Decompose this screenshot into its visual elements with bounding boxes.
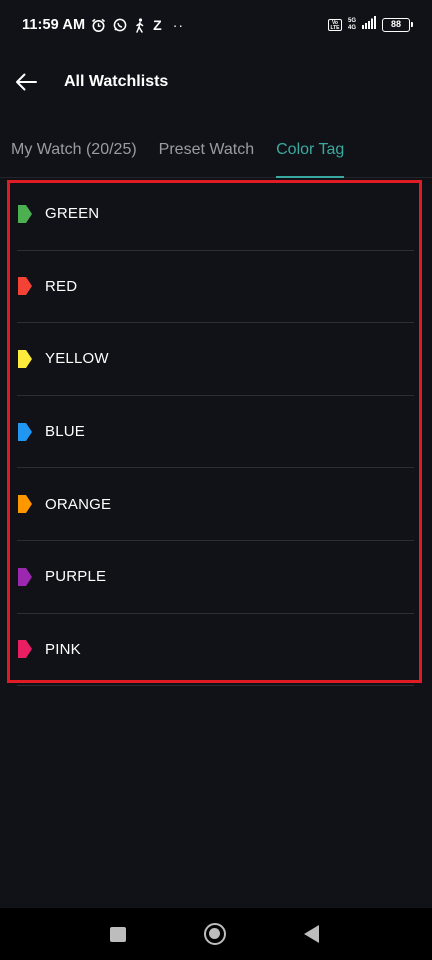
orange-tag-icon: [18, 495, 32, 514]
color-tag-label: PINK: [45, 640, 81, 658]
purple-tag-icon: [18, 567, 32, 586]
signal-icon: [362, 16, 376, 34]
color-tag-row-pink[interactable]: PINK: [17, 614, 414, 687]
color-tag-label: BLUE: [45, 423, 85, 441]
network-type: 5G 4G: [348, 18, 356, 32]
status-time: 11:59 AM: [22, 17, 86, 33]
color-tag-row-blue[interactable]: BLUE: [17, 396, 414, 469]
color-tag-row-green[interactable]: GREEN: [17, 178, 414, 251]
page-title: All Watchlists: [64, 73, 169, 90]
home-circle-icon[interactable]: [204, 923, 226, 945]
color-tag-row-red[interactable]: RED: [17, 251, 414, 324]
color-tag-label: PURPLE: [45, 568, 107, 586]
color-tag-label: YELLOW: [45, 350, 109, 368]
color-tag-row-yellow[interactable]: YELLOW: [17, 323, 414, 396]
status-right: Vo LTE 5G 4G 88: [327, 16, 413, 34]
color-tag-row-orange[interactable]: ORANGE: [17, 468, 414, 541]
color-tag-label: GREEN: [45, 205, 100, 223]
whatsapp-icon: [113, 18, 127, 32]
network-type-top: 5G: [347, 18, 356, 24]
red-tag-icon: [18, 277, 32, 296]
tab-color-tag[interactable]: Color Tag: [276, 128, 345, 178]
system-nav-bar: [0, 908, 432, 960]
status-notification-icons: Z ··: [91, 17, 184, 33]
color-tag-label: RED: [45, 277, 78, 295]
battery-icon: 88: [382, 18, 413, 32]
z-notification-icon: Z: [153, 17, 162, 33]
more-notifications-icon: ··: [172, 17, 185, 33]
blue-tag-icon: [18, 422, 32, 441]
recents-square-icon[interactable]: [110, 927, 126, 942]
alarm-icon: [91, 18, 106, 33]
screen: 11:59 AM Z ·· Vo LTE 5G 4G 88 All Watchl…: [0, 0, 432, 960]
pink-tag-icon: [18, 640, 32, 659]
color-tag-label: ORANGE: [45, 495, 112, 513]
status-bar: 11:59 AM Z ·· Vo LTE 5G 4G 88: [0, 0, 432, 50]
back-button[interactable]: [0, 56, 54, 108]
network-type-bottom: 4G: [347, 25, 356, 31]
tab-my-watch[interactable]: My Watch (20/25): [11, 128, 137, 178]
app-header: All Watchlists: [0, 56, 432, 108]
volte-icon: Vo LTE: [327, 19, 342, 31]
tab-preset-watch[interactable]: Preset Watch: [159, 128, 254, 178]
watchlist-tabs: My Watch (20/25) Preset Watch Color Tag: [0, 128, 432, 178]
color-tag-list: GREEN RED YELLOW BLUE ORANGE PURPLE PINK: [17, 178, 414, 687]
walking-icon: [134, 17, 146, 33]
back-triangle-icon[interactable]: [304, 925, 319, 943]
yellow-tag-icon: [18, 349, 32, 368]
green-tag-icon: [18, 204, 32, 223]
color-tag-row-purple[interactable]: PURPLE: [17, 541, 414, 614]
arrow-left-icon: [16, 73, 37, 91]
